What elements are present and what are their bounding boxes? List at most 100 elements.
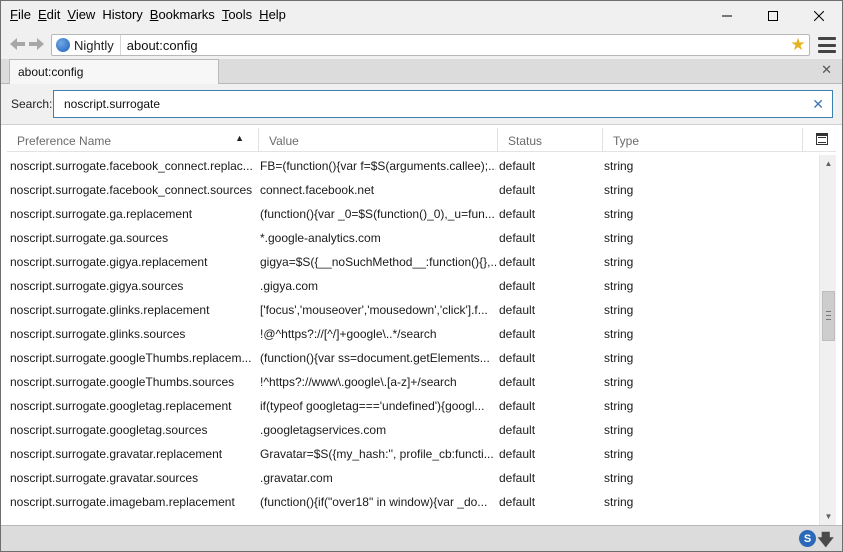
pref-value-cell: (function(){var ss=document.getElements.… — [260, 351, 490, 365]
menu-item[interactable]: Bookmarks — [147, 7, 218, 22]
status-bar: S 🡇 — [1, 525, 842, 551]
maximize-button[interactable] — [750, 1, 796, 31]
pref-type-cell: string — [604, 303, 634, 317]
pref-type-cell: string — [604, 327, 634, 341]
menu-access-key: H — [259, 7, 269, 22]
table-row[interactable]: noscript.surrogate.glinks.replacement ['f… — [7, 299, 819, 323]
column-picker-icon[interactable] — [816, 133, 828, 145]
column-value-label: Value — [269, 134, 299, 148]
pref-name-cell: noscript.surrogate.googleThumbs.sources — [10, 375, 235, 389]
table-row[interactable]: noscript.surrogate.gravatar.sources .grav… — [7, 467, 819, 491]
pref-status-cell: default — [499, 159, 536, 173]
scroll-down-icon[interactable]: ▼ — [820, 508, 837, 525]
close-tab-icon[interactable]: ✕ — [821, 62, 832, 78]
star-icon[interactable]: ★ — [787, 35, 809, 55]
menu-label: ools — [228, 7, 253, 22]
pref-type-cell: string — [604, 231, 634, 245]
column-header-type[interactable]: Type — [603, 128, 803, 152]
pref-status-cell: default — [499, 447, 536, 461]
pref-value-cell: !^https?://www\.google\.[a-z]+/search — [260, 375, 457, 389]
table-row[interactable]: noscript.surrogate.gigya.replacement gigy… — [7, 251, 819, 275]
menu-bar: File Edit View History Bookmarks Tools Help — [1, 1, 842, 31]
column-header-name[interactable]: Preference Name ▲ — [7, 128, 259, 152]
pref-value-cell: Gravatar=$S({my_hash:'', profile_cb:func… — [260, 447, 494, 461]
browser-window: File Edit View History Bookmarks Tools Help — [0, 0, 843, 552]
menu-list: File Edit View History Bookmarks Tools Help — [7, 7, 290, 22]
table-row[interactable]: noscript.surrogate.gigya.sources .gigya.c… — [7, 275, 819, 299]
url-text[interactable]: about:config — [121, 38, 787, 53]
menu-item[interactable]: Edit — [35, 7, 63, 22]
pref-value-cell: (function(){if("over18" in window){var _… — [260, 495, 488, 509]
table-row[interactable]: noscript.surrogate.googletag.replacement… — [7, 395, 819, 419]
tab-title: about:config — [18, 65, 84, 79]
pref-value-cell: ['focus','mouseover','mousedown','click'… — [260, 303, 488, 317]
column-header-value[interactable]: Value — [259, 128, 498, 152]
close-icon — [814, 11, 824, 21]
url-bar[interactable]: Nightly about:config ★ — [51, 34, 810, 56]
back-arrow-icon[interactable] — [9, 36, 27, 52]
pref-name-cell: noscript.surrogate.imagebam.replacement — [10, 495, 235, 509]
menu-label: elp — [268, 7, 286, 22]
grip-icon — [826, 311, 831, 320]
pref-type-cell: string — [604, 159, 634, 173]
column-type-label: Type — [613, 134, 640, 148]
pref-status-cell: default — [499, 399, 536, 413]
search-box[interactable]: ✕ — [53, 90, 833, 118]
menu-label: iew — [75, 7, 96, 22]
table-row[interactable]: noscript.surrogate.ga.sources *.google-an… — [7, 227, 819, 251]
menu-item[interactable]: Help — [256, 7, 289, 22]
pref-type-cell: string — [604, 279, 634, 293]
sort-ascending-icon: ▲ — [235, 133, 244, 143]
pref-type-cell: string — [604, 471, 634, 485]
table-row[interactable]: noscript.surrogate.facebook_connect.repl… — [7, 155, 819, 179]
pref-value-cell: *.google-analytics.com — [260, 231, 381, 245]
pref-status-cell: default — [499, 495, 536, 509]
menu-item[interactable]: Tools — [219, 7, 255, 22]
preferences-table: noscript.surrogate.facebook_connect.repl… — [7, 155, 819, 525]
globe-icon — [56, 38, 70, 52]
menu-item[interactable]: View — [64, 7, 98, 22]
table-row[interactable]: noscript.surrogate.imagebam.replacement (… — [7, 491, 819, 515]
search-input[interactable] — [64, 97, 764, 111]
menu-item[interactable]: File — [7, 7, 34, 22]
minimize-button[interactable] — [704, 1, 750, 31]
minimize-icon — [722, 15, 732, 17]
pref-name-cell: noscript.surrogate.facebook_connect.sour… — [10, 183, 253, 197]
scroll-up-icon[interactable]: ▲ — [820, 155, 837, 172]
navigation-bar: Nightly about:config ★ — [1, 31, 842, 59]
noscript-s-icon[interactable]: S — [799, 530, 816, 547]
pref-status-cell: default — [499, 279, 536, 293]
pref-value-cell: .googletagservices.com — [260, 423, 387, 437]
table-row[interactable]: noscript.surrogate.googletag.sources .goo… — [7, 419, 819, 443]
table-row[interactable]: noscript.surrogate.ga.replacement (functi… — [7, 203, 819, 227]
menu-label: History — [102, 7, 143, 22]
scrollbar-thumb[interactable] — [822, 291, 835, 341]
pref-name-cell: noscript.surrogate.glinks.replacement — [10, 303, 210, 317]
search-row: Search: ✕ — [1, 84, 842, 125]
menu-label: dit — [46, 7, 61, 22]
identity-box[interactable]: Nightly — [52, 35, 121, 55]
vertical-scrollbar[interactable]: ▲ ▼ — [819, 155, 836, 525]
download-arrow-icon[interactable]: 🡇 — [818, 529, 834, 552]
column-name-label: Preference Name — [17, 134, 112, 148]
nav-arrows — [9, 36, 45, 52]
pref-name-cell: noscript.surrogate.gigya.replacement — [10, 255, 208, 269]
pref-type-cell: string — [604, 375, 634, 389]
tab-about-config[interactable]: about:config — [9, 59, 219, 84]
clear-icon[interactable]: ✕ — [812, 96, 824, 113]
close-window-button[interactable] — [796, 1, 842, 31]
pref-value-cell: connect.facebook.net — [260, 183, 375, 197]
table-row[interactable]: noscript.surrogate.googleThumbs.sources!… — [7, 371, 819, 395]
pref-name-cell: noscript.surrogate.googleThumbs.replacem… — [10, 351, 252, 365]
table-row[interactable]: noscript.surrogate.facebook_connect.sour… — [7, 179, 819, 203]
menu-item[interactable]: History — [99, 7, 145, 22]
forward-arrow-icon[interactable] — [27, 36, 45, 52]
hamburger-icon[interactable] — [818, 37, 836, 53]
table-row[interactable]: noscript.surrogate.googleThumbs.replacem… — [7, 347, 819, 371]
menu-access-key: E — [37, 7, 47, 22]
column-header-status[interactable]: Status — [498, 128, 603, 152]
table-row[interactable]: noscript.surrogate.gravatar.replacement G… — [7, 443, 819, 467]
pref-type-cell: string — [604, 447, 634, 461]
table-row[interactable]: noscript.surrogate.glinks.sources !@^http… — [7, 323, 819, 347]
window-controls — [704, 1, 842, 31]
